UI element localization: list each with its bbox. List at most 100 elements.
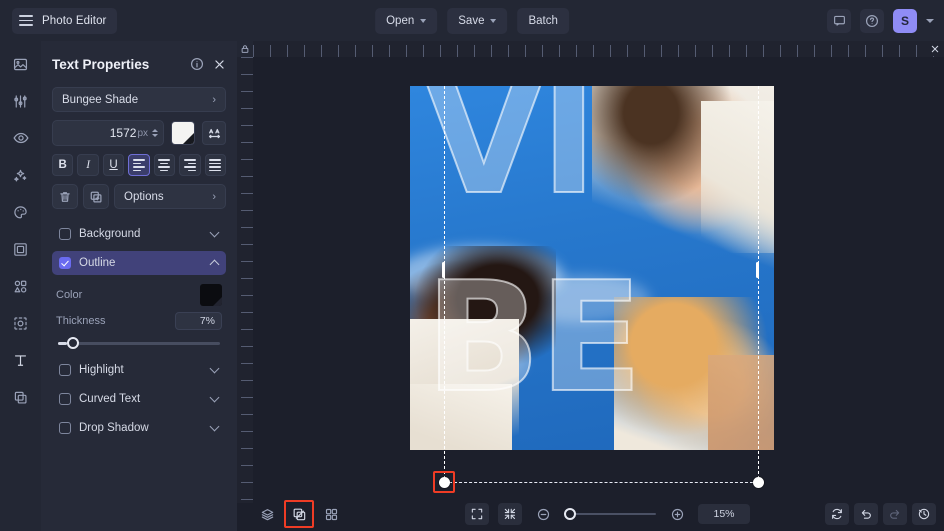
selection-mid-handle-right[interactable]	[756, 262, 759, 278]
options-label: Options	[124, 191, 212, 203]
chevron-down-icon[interactable]	[210, 228, 220, 238]
grid-button[interactable]	[319, 503, 343, 525]
panel-info-button[interactable]	[190, 57, 204, 71]
zoom-slider[interactable]	[564, 508, 656, 520]
ruler-tick	[253, 45, 254, 57]
artboard[interactable]: VI BE	[410, 86, 774, 450]
highlight-checkbox[interactable]	[59, 364, 71, 376]
bold-button[interactable]: B	[52, 154, 73, 176]
sidebar-item-effects-tool[interactable]	[6, 162, 36, 188]
selection-mid-handle-left[interactable]	[442, 262, 445, 278]
outline-settings: Color Thickness 7%	[52, 280, 226, 358]
options-button[interactable]: Options ›	[114, 184, 226, 209]
batch-button[interactable]: Batch	[517, 8, 568, 34]
duplicate-button[interactable]	[83, 184, 109, 209]
minus-circle-icon	[536, 507, 551, 522]
zoom-out-button[interactable]	[531, 503, 555, 525]
ruler-close-button[interactable]	[928, 42, 942, 56]
drop-shadow-checkbox[interactable]	[59, 422, 71, 434]
chevron-down-icon[interactable]	[210, 393, 220, 403]
text-layer-vibe[interactable]: VI BE	[410, 86, 774, 450]
info-circle-icon	[190, 57, 204, 71]
chevron-up-icon[interactable]	[210, 259, 220, 269]
sidebar-item-text-tool[interactable]	[6, 347, 36, 373]
app-menu-button[interactable]: Photo Editor	[12, 8, 117, 34]
chat-icon	[833, 14, 846, 27]
sidebar-item-retouch-tool[interactable]	[6, 125, 36, 151]
hamburger-icon[interactable]	[19, 15, 33, 26]
underline-button[interactable]: U	[103, 154, 124, 176]
ruler-tick	[241, 244, 253, 245]
curved-text-checkbox[interactable]	[59, 393, 71, 405]
italic-button[interactable]: I	[77, 154, 98, 176]
edit-layer-button[interactable]	[287, 503, 311, 525]
chevron-down-icon[interactable]	[210, 422, 220, 432]
align-right-button[interactable]	[179, 154, 200, 176]
redo-button[interactable]	[883, 503, 907, 525]
ruler-tick	[831, 45, 832, 57]
zoom-level-value[interactable]: 15%	[698, 504, 750, 524]
align-justify-button[interactable]	[205, 154, 226, 176]
ruler-tick	[593, 45, 594, 57]
horizontal-ruler[interactable]	[253, 41, 944, 57]
sidebar-item-cutout-tool[interactable]	[6, 310, 36, 336]
overlap-icon	[12, 389, 29, 406]
font-family-select[interactable]: Bungee Shade ›	[52, 87, 226, 112]
bottom-toolbar: 15%	[237, 497, 944, 531]
section-background[interactable]: Background	[52, 222, 226, 246]
section-drop-shadow[interactable]: Drop Shadow	[52, 416, 226, 440]
selection-handle-bottom-right[interactable]	[753, 477, 764, 488]
sidebar-item-image-tool[interactable]	[6, 51, 36, 77]
vibe-line-2: BE	[425, 276, 641, 401]
reset-button[interactable]	[825, 503, 849, 525]
slider-track	[58, 342, 220, 345]
font-size-stepper[interactable]	[152, 129, 158, 137]
section-curved-text[interactable]: Curved Text	[52, 387, 226, 411]
top-center-actions: Open Save Batch	[375, 8, 569, 34]
delete-button[interactable]	[52, 184, 78, 209]
vertical-ruler[interactable]	[237, 57, 253, 503]
stepper-down-icon[interactable]	[152, 134, 158, 137]
actual-size-button[interactable]	[498, 503, 522, 525]
save-button[interactable]: Save	[447, 8, 507, 34]
background-checkbox[interactable]	[59, 228, 71, 240]
zoom-slider-knob[interactable]	[564, 508, 576, 520]
avatar[interactable]: S	[893, 9, 917, 33]
sidebar-item-adjust-tool[interactable]	[6, 88, 36, 114]
ruler-tick	[729, 45, 730, 57]
align-left-button[interactable]	[128, 154, 149, 176]
chevron-down-icon[interactable]	[210, 364, 220, 374]
sidebar-item-layers-tool[interactable]	[6, 384, 36, 410]
sidebar-item-elements-tool[interactable]	[6, 273, 36, 299]
feedback-button[interactable]	[827, 9, 851, 33]
collapse-icon	[503, 507, 517, 521]
help-button[interactable]	[860, 9, 884, 33]
sidebar-item-frame-tool[interactable]	[6, 236, 36, 262]
history-button[interactable]	[912, 503, 936, 525]
open-button[interactable]: Open	[375, 8, 437, 34]
section-highlight[interactable]: Highlight	[52, 358, 226, 382]
letter-spacing-button[interactable]	[202, 121, 226, 145]
zoom-in-button[interactable]	[665, 503, 689, 525]
outline-thickness-slider[interactable]	[58, 336, 220, 350]
slider-knob[interactable]	[67, 337, 79, 349]
outline-thickness-value-box[interactable]: 7%	[175, 312, 222, 330]
font-size-input[interactable]: 1572 px	[52, 120, 164, 146]
ruler-lock-button[interactable]	[237, 41, 253, 57]
align-center-button[interactable]	[154, 154, 175, 176]
fit-screen-button[interactable]	[465, 503, 489, 525]
action-row: Options ›	[52, 184, 226, 209]
text-color-swatch[interactable]	[171, 121, 195, 145]
undo-button[interactable]	[854, 503, 878, 525]
selection-handle-bottom-left[interactable]	[439, 477, 450, 488]
tool-rail	[0, 41, 41, 531]
outline-checkbox[interactable]	[59, 257, 71, 269]
layers-button[interactable]	[255, 503, 279, 525]
sidebar-item-color-tool[interactable]	[6, 199, 36, 225]
panel-close-button[interactable]	[213, 58, 226, 71]
stepper-up-icon[interactable]	[152, 129, 158, 132]
section-outline[interactable]: Outline	[52, 251, 226, 275]
outline-color-swatch[interactable]	[200, 284, 222, 306]
ruler-tick	[372, 45, 373, 57]
account-chevron-down-icon[interactable]	[926, 19, 934, 23]
